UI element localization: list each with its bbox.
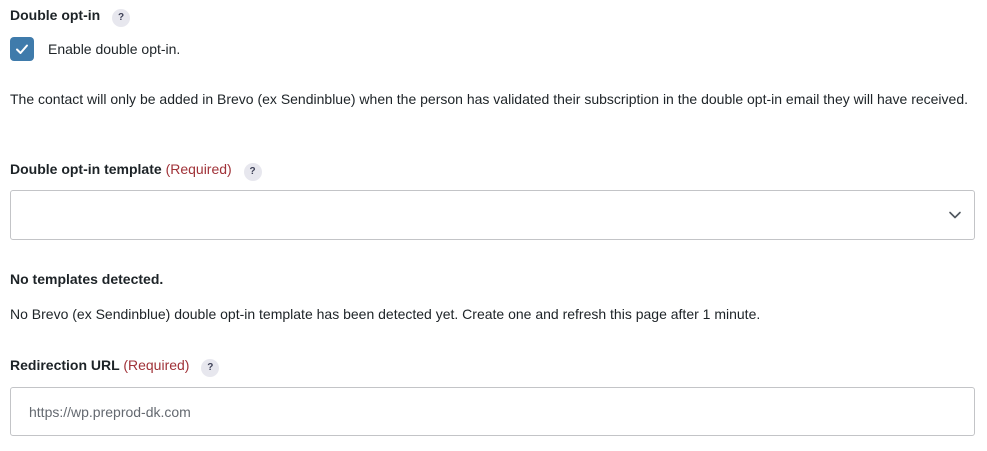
- no-templates-text: No Brevo (ex Sendinblue) double opt-in t…: [10, 306, 761, 322]
- chevron-down-icon: [949, 211, 961, 219]
- redirection-url-title: Redirection URL: [10, 357, 120, 373]
- redirection-url-input[interactable]: [10, 387, 975, 436]
- template-heading: Double opt-in template (Required) ?: [10, 161, 262, 181]
- template-title: Double opt-in template: [10, 161, 162, 177]
- redirection-url-heading: Redirection URL (Required) ?: [10, 357, 220, 377]
- double-opt-in-title: Double opt-in: [10, 7, 101, 23]
- help-icon[interactable]: ?: [243, 163, 262, 181]
- template-select[interactable]: [10, 190, 975, 240]
- help-icon[interactable]: ?: [201, 359, 220, 377]
- double-opt-in-checkbox[interactable]: [10, 37, 34, 61]
- help-icon[interactable]: ?: [112, 9, 131, 27]
- double-opt-in-heading: Double opt-in ?: [10, 7, 131, 27]
- required-label: (Required): [123, 357, 190, 373]
- required-label: (Required): [165, 161, 232, 177]
- checkmark-icon: [16, 44, 28, 54]
- double-opt-in-description: The contact will only be added in Brevo …: [10, 91, 969, 107]
- double-opt-in-checkbox-label[interactable]: Enable double opt-in.: [48, 41, 180, 57]
- no-templates-title: No templates detected.: [10, 271, 164, 287]
